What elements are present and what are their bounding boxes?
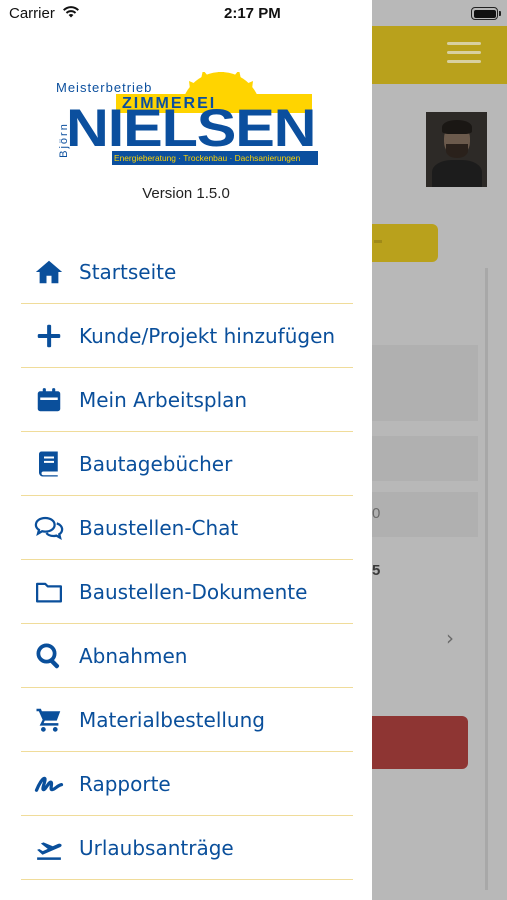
menu-item-abnahmen[interactable]: Abnahmen [21, 624, 353, 688]
app-version: Version 1.5.0 [142, 185, 230, 202]
chat-icon [31, 510, 67, 546]
menu-item-label: Baustellen-Dokumente [79, 579, 308, 604]
background-red-button [372, 716, 468, 769]
drawer-menu: Startseite Kunde/Projekt hinzufügen Mein… [21, 240, 353, 900]
signature-icon [31, 766, 67, 802]
logo-subtitle: Meisterbetrieb [56, 80, 153, 95]
book-icon [31, 446, 67, 482]
flight-takeoff-icon [31, 830, 67, 866]
menu-item-partial[interactable] [21, 880, 353, 900]
menu-item-label: Mein Arbeitsplan [79, 387, 248, 412]
menu-item-label: Baustellen-Chat [79, 515, 239, 540]
clock: 2:17 PM [224, 5, 281, 22]
menu-item-label: Bautagebücher [79, 451, 233, 476]
chevron-right-icon: › [446, 626, 454, 650]
plus-icon [31, 318, 67, 354]
menu-item-baustellen-dokumente[interactable]: Baustellen-Dokumente [21, 560, 353, 624]
logo-tagline: Energieberatung · Trockenbau · Dachsanie… [112, 151, 318, 165]
menu-item-urlaubsantraege[interactable]: Urlaubsanträge [21, 816, 353, 880]
document-icon [31, 894, 67, 900]
home-icon [31, 254, 67, 290]
status-bar: Carrier 2:17 PM [0, 0, 507, 28]
background-header-bar [372, 26, 507, 84]
menu-item-kunde-projekt[interactable]: Kunde/Projekt hinzufügen [21, 304, 353, 368]
company-logo: Meisterbetrieb ZIMMEREI Björn NIELSEN En… [56, 72, 318, 168]
carrier-label: Carrier [9, 5, 55, 22]
menu-item-arbeitsplan[interactable]: Mein Arbeitsplan [21, 368, 353, 432]
background-value: 5 [372, 562, 381, 579]
background-value: 0 [372, 505, 381, 522]
wifi-icon [63, 6, 79, 18]
background-scroll-track [485, 268, 488, 890]
side-drawer: Meisterbetrieb ZIMMEREI Björn NIELSEN En… [0, 0, 372, 900]
menu-item-label: Startseite [79, 259, 177, 284]
background-card [372, 492, 478, 537]
menu-item-label: Kunde/Projekt hinzufügen [79, 323, 336, 348]
menu-item-label: Materialbestellung [79, 707, 265, 732]
background-action-button [372, 224, 438, 262]
search-icon [31, 638, 67, 674]
menu-item-bautagebuecher[interactable]: Bautagebücher [21, 432, 353, 496]
menu-item-label: Abnahmen [79, 643, 188, 668]
cart-icon [31, 702, 67, 738]
menu-item-baustellen-chat[interactable]: Baustellen-Chat [21, 496, 353, 560]
menu-item-materialbestellung[interactable]: Materialbestellung [21, 688, 353, 752]
menu-item-startseite[interactable]: Startseite [21, 240, 353, 304]
background-card [372, 436, 478, 481]
calendar-icon [31, 382, 67, 418]
menu-item-label: Rapporte [79, 771, 171, 796]
battery-icon [471, 7, 501, 20]
profile-avatar [426, 112, 487, 187]
menu-item-label: Urlaubsanträge [79, 835, 234, 860]
folder-icon [31, 574, 67, 610]
menu-hamburger-icon[interactable] [447, 42, 481, 69]
logo-name: NIELSEN [66, 99, 317, 158]
background-card [372, 345, 478, 421]
menu-item-rapporte[interactable]: Rapporte [21, 752, 353, 816]
